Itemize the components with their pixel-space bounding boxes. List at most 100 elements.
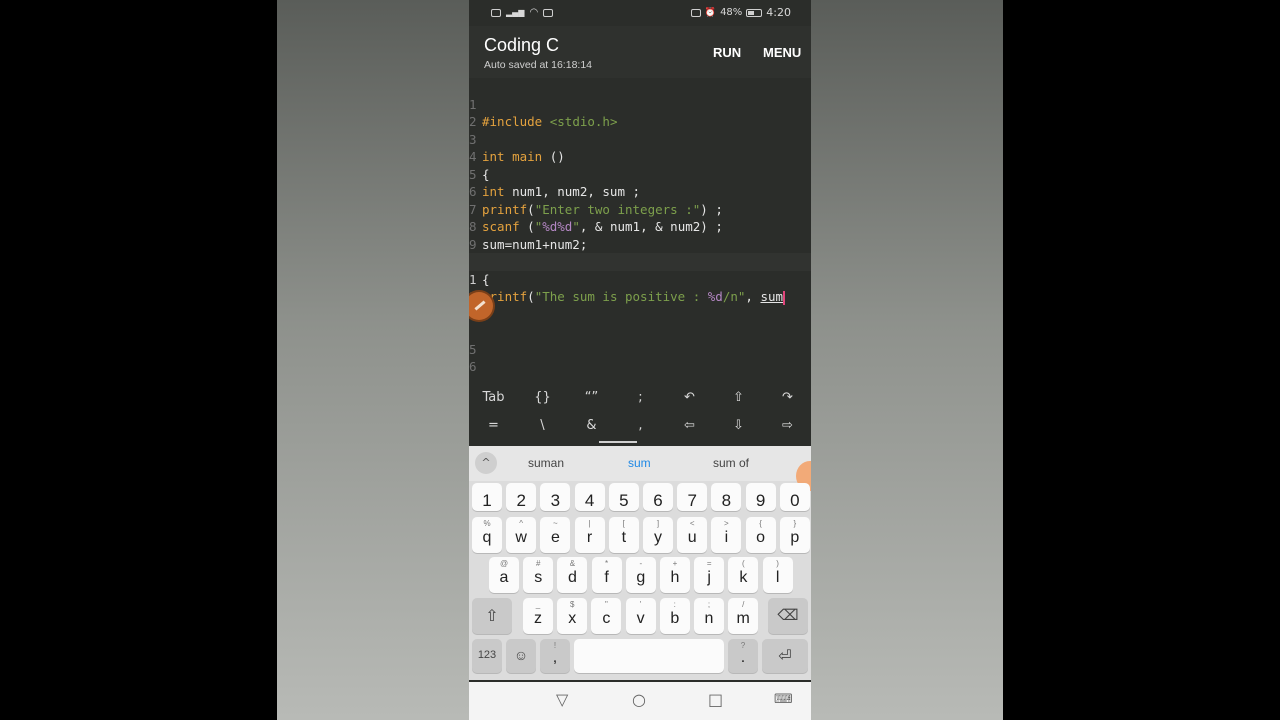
key-p[interactable]: } p — [779, 517, 810, 553]
battery-icon — [746, 8, 763, 17]
key-h[interactable]: + h — [660, 557, 690, 593]
run-button[interactable]: RUN — [713, 45, 741, 60]
battery-percent: 48% — [720, 7, 743, 18]
key-2[interactable]: 2 — [506, 483, 537, 511]
key-6[interactable]: 6 — [643, 483, 673, 511]
key-e[interactable]: ~ e — [540, 517, 571, 553]
menu-button[interactable]: MENU — [763, 45, 801, 60]
home-icon[interactable]: ○ — [632, 690, 646, 709]
key-8[interactable]: 8 — [711, 483, 742, 511]
code-line: 2 — [469, 96, 811, 129]
recents-icon[interactable]: □ — [708, 690, 723, 709]
key-g[interactable]: -g — [625, 557, 656, 593]
key-7[interactable]: 7 — [677, 483, 708, 511]
emoji-key-icon[interactable]: ☺ — [506, 639, 536, 673]
undo-icon[interactable]: ↶ — [665, 385, 714, 411]
key-t[interactable]: [t — [608, 517, 639, 553]
sym-quotes[interactable]: “” — [567, 385, 616, 411]
suggestion-selected[interactable]: sum — [628, 456, 651, 470]
expand-suggestions-icon[interactable]: ^ — [475, 452, 497, 474]
sym-comma[interactable]: , — [616, 413, 665, 439]
back-icon[interactable]: ▽ — [556, 690, 568, 709]
key-r[interactable]: | r — [574, 517, 605, 553]
key-y[interactable]: ] y — [643, 517, 673, 553]
key-i[interactable]: > i — [711, 517, 742, 553]
key-label: 2 — [516, 491, 526, 510]
arrow-down-icon[interactable]: ⇩ — [714, 413, 763, 439]
enter-key-icon[interactable]: ⏎ — [762, 639, 808, 673]
arrow-left-icon[interactable]: ⇦ — [665, 413, 714, 439]
key-label: m — [736, 610, 750, 627]
key-4[interactable]: 4 — [574, 483, 605, 511]
backspace-key-icon[interactable]: ⌫ — [768, 598, 808, 634]
key-c[interactable]: " c — [591, 598, 622, 634]
key-label: u — [687, 529, 697, 546]
nfc-icon — [491, 8, 501, 17]
space-key[interactable] — [574, 639, 724, 673]
key-b[interactable]: :b — [659, 598, 690, 634]
sym-semicolon[interactable]: ; — [616, 385, 665, 411]
key-o[interactable]: {o — [745, 517, 776, 553]
sym-equals[interactable]: = — [469, 413, 518, 439]
keyboard-toggle-icon[interactable]: ⌨ — [774, 692, 793, 707]
key-label: b — [670, 610, 680, 627]
cast-icon — [690, 8, 701, 17]
code-line: 9 if(sum>0) — [469, 218, 811, 270]
key-u[interactable]: < u — [677, 517, 708, 553]
key-label: z — [534, 610, 542, 627]
key-z[interactable]: _ z — [523, 598, 553, 634]
shift-up-icon[interactable]: ⇧ — [714, 385, 763, 411]
key-v[interactable]: ' v — [625, 598, 656, 634]
key-s[interactable]: # s — [523, 557, 554, 593]
code-editor[interactable]: 1 #include <stdio.h> 2 3 int main () 4 {… — [469, 78, 811, 384]
key-m[interactable]: / m — [728, 598, 759, 634]
key-label: g — [636, 569, 646, 586]
sym-backslash[interactable]: \ — [518, 413, 567, 439]
suggestion[interactable]: sum of — [713, 456, 749, 470]
code-line: 0 { — [469, 236, 811, 287]
key-alt-symbol: { — [759, 519, 762, 528]
key-0[interactable]: 0 — [779, 483, 810, 511]
key-label: y — [654, 529, 662, 546]
key-alt-symbol: ^ — [519, 519, 524, 528]
shift-key-icon[interactable]: ⇧ — [472, 598, 512, 634]
key-j[interactable]: = j — [694, 557, 725, 593]
key-label: d — [567, 569, 577, 586]
key-alt-symbol: = — [706, 559, 712, 568]
suggestion[interactable]: suman — [528, 456, 564, 470]
key-period[interactable]: ? . — [728, 639, 758, 673]
signal-icon: ▂▄▆ — [506, 8, 525, 17]
key-alt-symbol: < — [689, 519, 695, 528]
sym-braces[interactable]: {} — [518, 385, 567, 411]
key-label: v — [636, 610, 645, 627]
key-f[interactable]: * f — [591, 557, 622, 593]
key-x[interactable]: $ x — [557, 598, 588, 634]
key-alt-symbol: ) — [776, 559, 779, 568]
key-alt-symbol: _ — [535, 600, 541, 609]
key-3[interactable]: 3 — [540, 483, 571, 511]
key-label: f — [604, 569, 609, 586]
key-comma[interactable]: ! , — [540, 639, 570, 673]
key-k[interactable]: (k — [728, 557, 759, 593]
code-line: 2 — [469, 271, 811, 304]
key-9[interactable]: 9 — [745, 483, 776, 511]
key-alt-symbol: / — [742, 600, 745, 609]
sym-ampersand[interactable]: & — [567, 413, 616, 439]
sym-tab[interactable]: Tab — [469, 385, 518, 411]
key-123[interactable]: 123 — [472, 639, 502, 673]
key-1[interactable]: 1 — [472, 483, 502, 511]
key-n[interactable]: ; n — [694, 598, 724, 634]
arrow-right-icon[interactable]: ⇨ — [763, 413, 811, 439]
key-label: 8 — [721, 491, 732, 510]
key-alt-symbol: $ — [569, 600, 575, 609]
key-q[interactable]: % q — [472, 517, 502, 553]
key-alt-symbol: ~ — [553, 519, 558, 528]
key-label: 6 — [653, 491, 663, 510]
key-l[interactable]: ) l — [762, 557, 793, 593]
key-label: 0 — [790, 491, 800, 510]
key-5[interactable]: 5 — [608, 483, 639, 511]
key-a[interactable]: @ a — [489, 557, 519, 593]
redo-icon[interactable]: ↷ — [763, 385, 811, 411]
key-d[interactable]: & d — [557, 557, 588, 593]
key-w[interactable]: ^ w — [506, 517, 537, 553]
